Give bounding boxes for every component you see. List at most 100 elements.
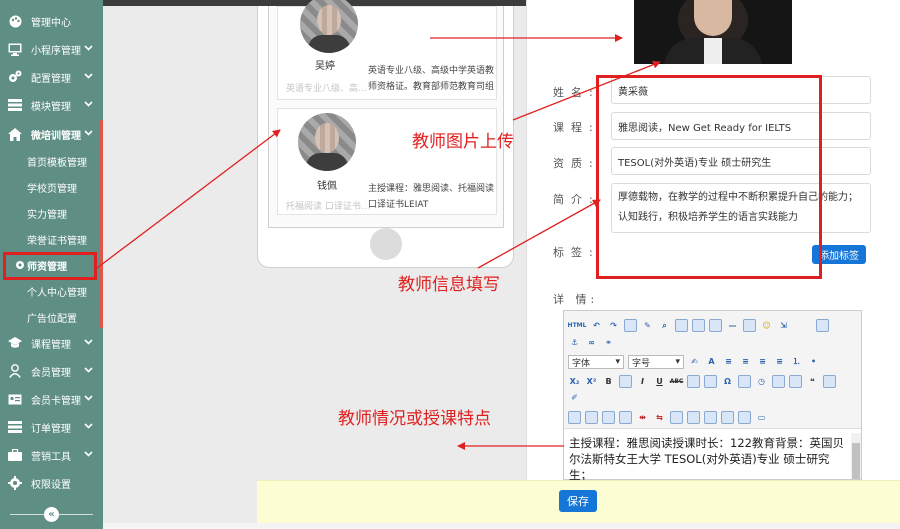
teacher-desc-line: 主授课程：雅思阅读、托福阅读: [368, 184, 495, 194]
table-insert-col-icon[interactable]: [585, 411, 598, 424]
sidebar-highlight-box: [3, 252, 97, 280]
sidebar-item-members[interactable]: 会员管理: [0, 360, 103, 382]
redo-icon[interactable]: ↷: [607, 319, 620, 332]
insert-flash-icon[interactable]: [704, 375, 717, 388]
anchor-icon[interactable]: ⚓: [568, 336, 581, 349]
sidebar-item-courses[interactable]: 课程管理: [0, 332, 103, 354]
name-label: 姓名:: [553, 86, 600, 99]
underline-icon[interactable]: U: [653, 375, 666, 388]
italic-icon[interactable]: I: [636, 375, 649, 388]
insert-file-icon[interactable]: [789, 375, 802, 388]
image-icon[interactable]: [709, 319, 722, 332]
clear-format-icon[interactable]: [619, 375, 632, 388]
editor-scrollbar[interactable]: [851, 433, 861, 479]
teacher-name: 吴婷: [315, 61, 335, 72]
sidebar-item-modules[interactable]: 模块管理: [0, 94, 103, 116]
superscript-icon[interactable]: X²: [585, 375, 598, 388]
merge-cell-icon[interactable]: ⇆: [653, 411, 666, 424]
bottom-strip: [103, 523, 900, 529]
sidebar-item-honors[interactable]: 荣誉证书管理: [0, 228, 103, 250]
graduation-cap-icon: [8, 336, 22, 350]
sidebar-item-config[interactable]: 配置管理: [0, 66, 103, 88]
sidebar-item-orders[interactable]: 订单管理: [0, 416, 103, 438]
undo-icon[interactable]: ↶: [590, 319, 603, 332]
chevron-down-icon: ▾: [675, 357, 680, 367]
sidebar-item-permissions[interactable]: 权限设置: [0, 472, 103, 494]
sidebar-item-member-cards[interactable]: 会员卡管理: [0, 388, 103, 410]
subscript-icon[interactable]: X₂: [568, 375, 581, 388]
fullscreen-icon[interactable]: [816, 319, 829, 332]
sidebar-item-management-center[interactable]: 管理中心: [0, 10, 103, 32]
sidebar-item-marketing[interactable]: 营销工具: [0, 444, 103, 466]
sidebar-item-ad-slots[interactable]: 广告位配置: [0, 306, 103, 328]
link-icon[interactable]: ∞: [585, 336, 598, 349]
sidebar-item-label: 模块管理: [31, 101, 71, 113]
insert-image-icon[interactable]: [687, 375, 700, 388]
table-icon[interactable]: [743, 319, 756, 332]
align-center-icon[interactable]: ≡: [739, 355, 752, 368]
sidebar-item-personal-center[interactable]: 个人中心管理: [0, 280, 103, 302]
align-left-icon[interactable]: ≡: [722, 355, 735, 368]
sidebar-item-label: 首页模板管理: [27, 157, 87, 169]
sidebar-item-label: 小程序管理: [31, 45, 81, 57]
strikethrough-icon[interactable]: ABC: [670, 375, 684, 388]
editor-content[interactable]: 主授课程：雅思阅读授课时长：122教育背景：英国贝尔法斯特女王大学 TESOL(…: [569, 435, 849, 483]
eraser-icon[interactable]: ✐: [568, 391, 581, 404]
date-icon[interactable]: [772, 375, 785, 388]
preview-icon[interactable]: [692, 319, 705, 332]
unlink-icon[interactable]: ⚭: [602, 336, 615, 349]
font-size-select[interactable]: 字号 ▾: [628, 355, 684, 369]
palette-icon: [8, 14, 22, 28]
font-color-icon[interactable]: A: [705, 355, 718, 368]
quote-icon[interactable]: ❝: [806, 375, 819, 388]
table-props-icon[interactable]: [670, 411, 683, 424]
briefcase-icon: [8, 448, 22, 462]
teacher-name: 钱佩: [317, 181, 337, 192]
double-chevron-left-icon[interactable]: «: [44, 507, 59, 522]
sidebar-item-miniprogram[interactable]: 小程序管理: [0, 38, 103, 60]
chevron-down-icon: [84, 423, 93, 429]
teacher-photo[interactable]: [634, 0, 792, 64]
bold-icon[interactable]: B: [602, 375, 615, 388]
sidebar-item-home-template[interactable]: 首页模板管理: [0, 150, 103, 172]
list-icon: [8, 420, 22, 434]
save-button[interactable]: 保存: [559, 490, 597, 512]
format-brush-icon[interactable]: ✎: [641, 319, 654, 332]
print-icon[interactable]: [675, 319, 688, 332]
insert-media-icon[interactable]: [738, 375, 751, 388]
delete-table-icon[interactable]: [738, 411, 751, 424]
paste-icon[interactable]: [624, 319, 637, 332]
teacher-card[interactable]: 吴婷 英语专业八级、高级中学英语教 师资格证。教育部师范教育司组 英语专业八级、…: [277, 0, 497, 100]
cell-props-icon[interactable]: [687, 411, 700, 424]
table-insert-row-icon[interactable]: [568, 411, 581, 424]
emoji-icon[interactable]: ☺: [760, 319, 773, 332]
table-row-props-icon[interactable]: [704, 411, 717, 424]
sidebar-item-school-page[interactable]: 学校页管理: [0, 176, 103, 198]
sidebar-item-strength[interactable]: 实力管理: [0, 202, 103, 224]
page-break-icon[interactable]: ⇲: [777, 319, 790, 332]
html-source-icon[interactable]: HTML: [568, 319, 587, 332]
select-all-icon[interactable]: [823, 375, 836, 388]
justify-icon[interactable]: ≡: [773, 355, 786, 368]
phone-screen: 吴婷 英语专业八级、高级中学英语教 师资格证。教育部师范教育司组 英语专业八级、…: [268, 0, 504, 228]
time-icon[interactable]: ◷: [755, 375, 768, 388]
table-delete-col-icon[interactable]: [619, 411, 632, 424]
table-delete-row-icon[interactable]: [602, 411, 615, 424]
table-col-props-icon[interactable]: [721, 411, 734, 424]
unordered-list-icon[interactable]: •: [807, 355, 820, 368]
font-family-select[interactable]: 字体 ▾: [568, 355, 624, 369]
sidebar-item-training[interactable]: 微培训管理: [0, 123, 103, 145]
ordered-list-icon[interactable]: ⒈: [790, 355, 803, 368]
teacher-card[interactable]: 钱佩 主授课程：雅思阅读、托福阅读 口译证书LEIAT 托福阅读 口译证书...: [277, 108, 497, 215]
horizontal-rule-icon[interactable]: —: [726, 319, 739, 332]
find-icon[interactable]: ⌕: [658, 319, 671, 332]
align-right-icon[interactable]: ≡: [756, 355, 769, 368]
rich-text-editor: HTML ↶ ↷ ✎ ⌕ — ☺ ⇲ ⚓ ∞ ⚭ 字体 ▾ 字号 ▾ ✍ A ≡ ≡: [563, 310, 862, 483]
tag-label: 标签:: [553, 246, 600, 259]
split-cell-icon[interactable]: ⇹: [636, 411, 649, 424]
save-bar: 保存: [257, 480, 900, 523]
highlight-color-icon[interactable]: ✍: [688, 355, 701, 368]
special-char-icon[interactable]: Ω: [721, 375, 734, 388]
sidebar-item-label: 会员卡管理: [31, 395, 81, 407]
new-doc-icon[interactable]: ▭: [755, 411, 768, 424]
